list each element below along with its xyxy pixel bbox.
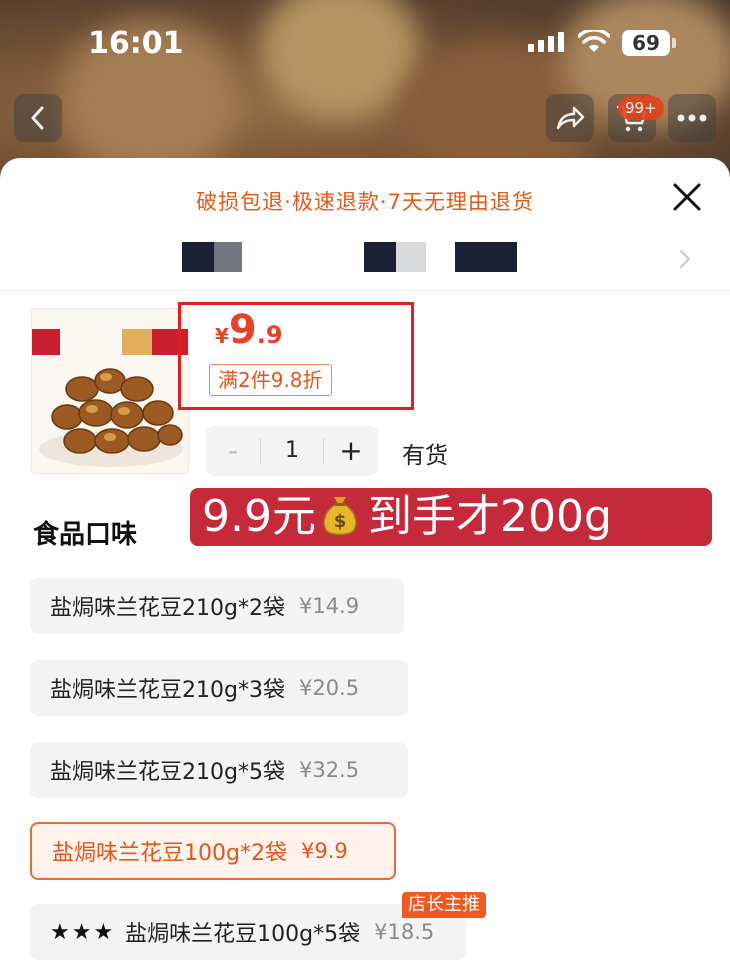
price-currency: ¥ xyxy=(215,324,229,348)
option-name: 盐焗味兰花豆100g*2袋 xyxy=(52,841,287,866)
divider xyxy=(0,290,730,291)
product-thumbnail[interactable] xyxy=(31,308,189,474)
option-price: ¥9.9 xyxy=(300,839,348,863)
redacted-block xyxy=(182,242,214,272)
redacted-block xyxy=(364,242,396,272)
quantity-value[interactable]: 1 xyxy=(260,438,324,464)
service-promise: 破损包退·极速退款·7天无理由退货 xyxy=(196,190,534,214)
cart-count-badge: 99+ xyxy=(618,96,664,120)
redacted-block xyxy=(396,242,426,272)
wifi-icon xyxy=(578,30,610,52)
option-item[interactable]: 盐焗味兰花豆210g*2袋 ¥14.9 xyxy=(30,578,404,634)
battery-tip xyxy=(672,38,676,48)
option-name: 盐焗味兰花豆100g*5袋 xyxy=(125,922,361,947)
redacted-block xyxy=(214,242,242,272)
caption-part2: 到手才200g xyxy=(367,491,612,542)
stock-status: 有货 xyxy=(402,443,448,469)
flavor-section-title: 食品口味 xyxy=(33,520,138,550)
status-bar: 16:01 69 xyxy=(0,0,730,88)
close-icon[interactable] xyxy=(670,180,704,214)
option-item[interactable]: ★★★ 盐焗味兰花豆100g*5袋 ¥18.5 xyxy=(30,904,466,960)
option-price: ¥14.9 xyxy=(298,594,360,618)
redacted-block xyxy=(455,242,517,272)
chevron-right-icon xyxy=(680,250,691,268)
option-item-selected[interactable]: 盐焗味兰花豆100g*2袋 ¥9.9 xyxy=(30,822,396,880)
decrease-quantity-button[interactable]: - xyxy=(206,426,260,476)
option-price: ¥20.5 xyxy=(298,676,360,700)
promotion-row[interactable] xyxy=(0,236,730,290)
option-price: ¥32.5 xyxy=(298,758,360,782)
option-name: 盐焗味兰花豆210g*3袋 xyxy=(50,678,285,703)
caption-part1: 9.9元 xyxy=(202,491,316,542)
back-button[interactable] xyxy=(14,94,62,142)
share-button[interactable] xyxy=(546,94,594,142)
price-highlight-box: ¥9.9 满2件9.8折 xyxy=(178,302,414,410)
option-item[interactable]: 盐焗味兰花豆210g*5袋 ¥32.5 xyxy=(30,742,408,798)
discount-tag: 满2件9.8折 xyxy=(209,364,332,396)
star-rating-icon: ★★★ xyxy=(50,919,116,945)
status-time: 16:01 xyxy=(88,26,184,61)
quantity-stepper[interactable]: - 1 + xyxy=(206,426,378,476)
price-integer: 9 xyxy=(228,307,257,353)
price-decimal: .9 xyxy=(256,321,283,349)
option-name: 盐焗味兰花豆210g*2袋 xyxy=(50,596,285,621)
svg-text:$: $ xyxy=(334,511,347,532)
cellular-signal-icon xyxy=(528,32,564,52)
option-item[interactable]: 盐焗味兰花豆210g*3袋 ¥20.5 xyxy=(30,660,408,716)
option-name: 盐焗味兰花豆210g*5袋 xyxy=(50,760,285,785)
more-button[interactable] xyxy=(668,94,716,142)
option-price: ¥18.5 xyxy=(374,920,435,944)
product-image xyxy=(32,309,188,473)
overlay-caption: 9.9元 $ 到手才200g xyxy=(190,488,712,546)
recommended-badge: 店长主推 xyxy=(402,892,486,918)
price: ¥9.9 xyxy=(215,307,283,353)
share-icon xyxy=(556,106,585,130)
increase-quantity-button[interactable]: + xyxy=(324,426,378,476)
battery-indicator: 69 xyxy=(622,30,670,56)
money-bag-icon: $ xyxy=(320,493,360,537)
sku-selection-sheet: 破损包退·极速退款·7天无理由退货 ¥9.9 满2件9.8折 - 1 + 有货 … xyxy=(0,158,730,971)
more-dots-icon xyxy=(677,114,707,122)
chevron-left-icon xyxy=(31,106,44,130)
